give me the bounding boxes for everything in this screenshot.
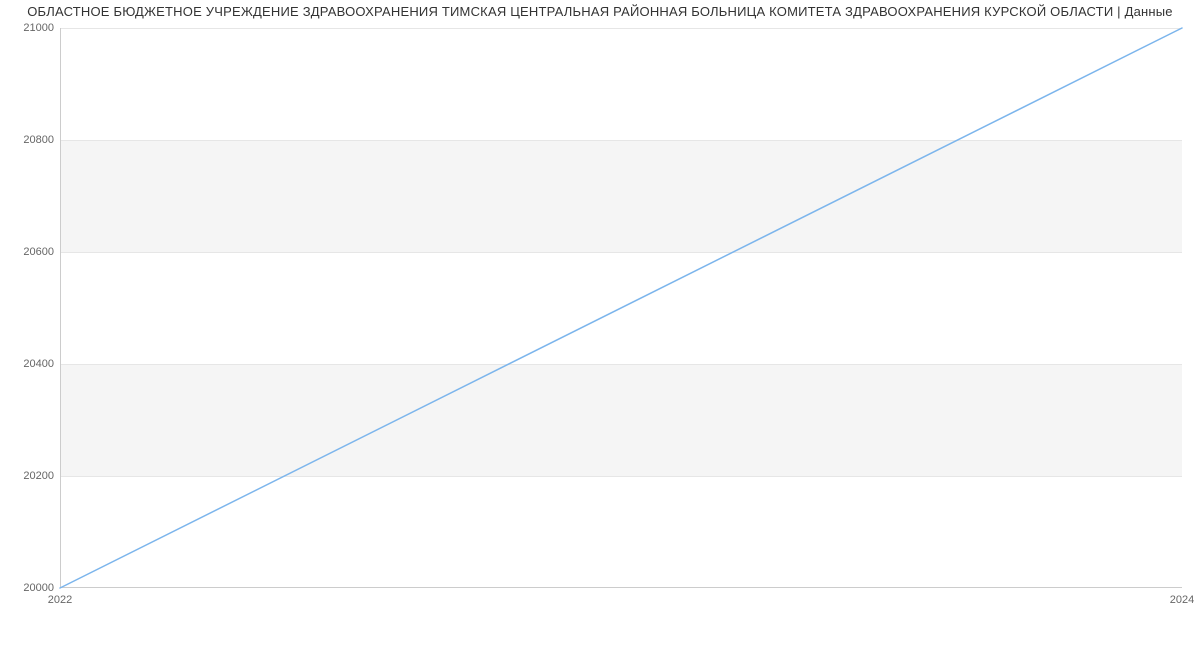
x-tick-label: 2022 [48, 594, 72, 606]
data-line [60, 28, 1182, 588]
chart-container: 20000 20200 20400 20600 20800 21000 2022 2024 [0, 22, 1200, 622]
x-tick-label: 2024 [1170, 594, 1194, 606]
y-tick-label: 20800 [4, 134, 54, 146]
y-tick-label: 20400 [4, 358, 54, 370]
series-svg [60, 28, 1182, 588]
plot-area [60, 28, 1182, 588]
y-tick-label: 20600 [4, 246, 54, 258]
chart-title: ОБЛАСТНОЕ БЮДЖЕТНОЕ УЧРЕЖДЕНИЕ ЗДРАВООХР… [0, 0, 1200, 19]
y-tick-label: 21000 [4, 22, 54, 34]
y-tick-label: 20200 [4, 470, 54, 482]
y-tick-label: 20000 [4, 582, 54, 594]
